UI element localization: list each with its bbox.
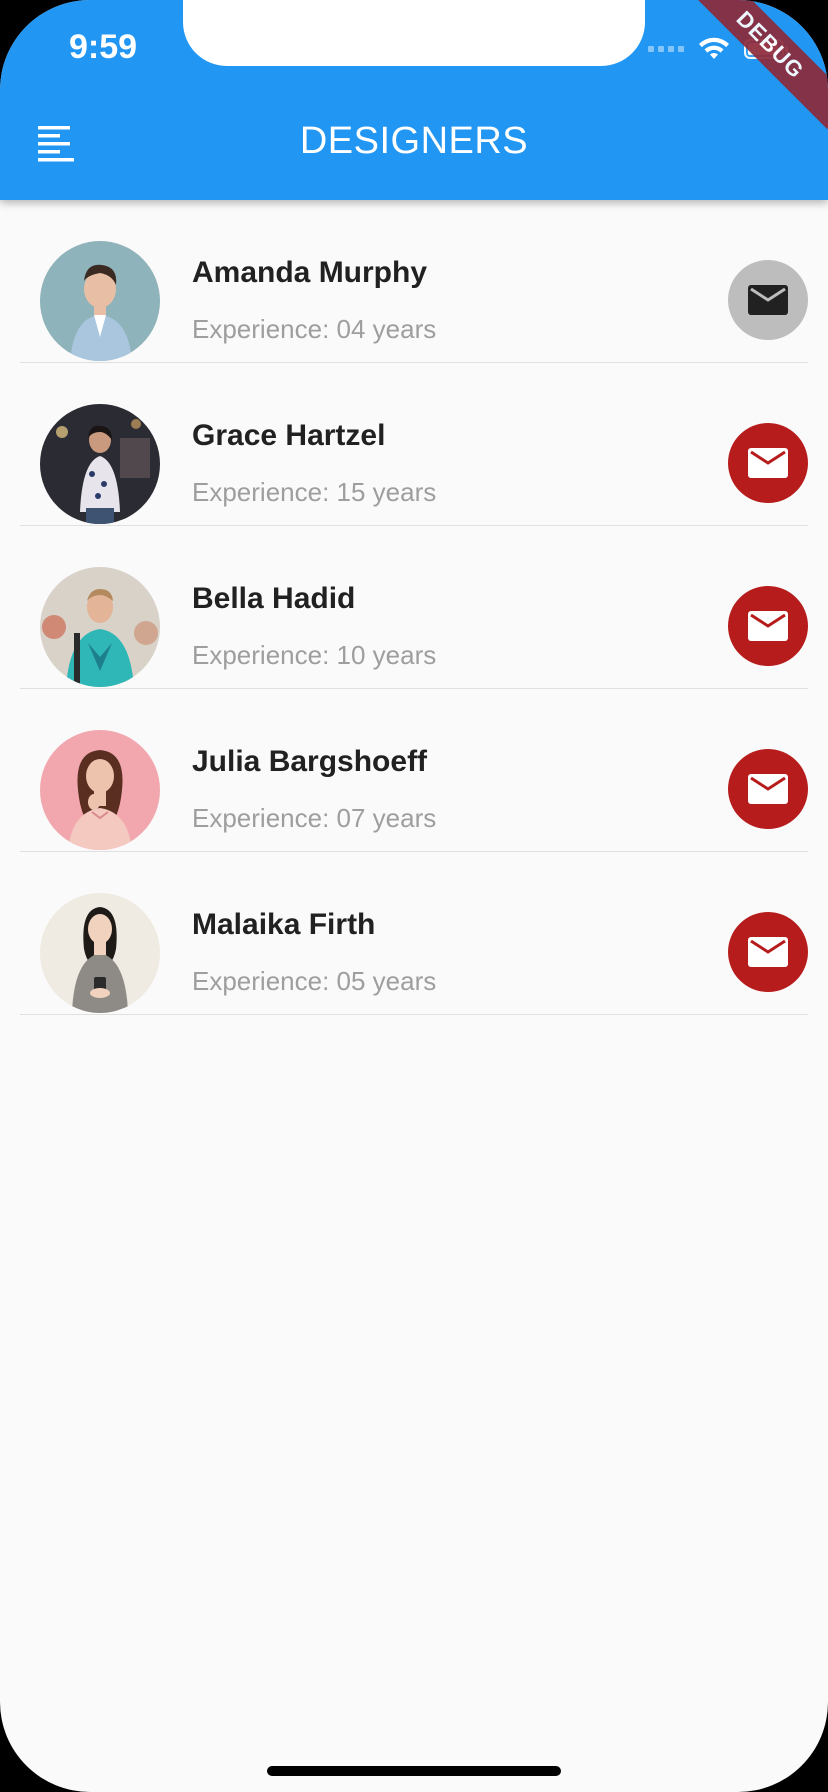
envelope-icon <box>748 448 788 478</box>
list-item[interactable]: Grace Hartzel Experience: 15 years <box>20 363 808 526</box>
email-button[interactable] <box>728 423 808 503</box>
page-title: DESIGNERS <box>299 120 529 162</box>
envelope-icon <box>748 285 788 315</box>
envelope-icon <box>748 774 788 804</box>
designer-name: Julia Bargshoeff <box>192 745 428 778</box>
designer-experience: Experience: 07 years <box>192 803 437 833</box>
avatar <box>40 730 160 850</box>
status-time: 9:59 <box>68 28 138 66</box>
avatar <box>40 567 160 687</box>
home-indicator[interactable] <box>267 1766 561 1776</box>
envelope-icon <box>748 937 788 967</box>
envelope-icon <box>748 611 788 641</box>
list-item[interactable]: Bella Hadid Experience: 10 years <box>20 526 808 689</box>
email-button[interactable] <box>728 749 808 829</box>
designer-experience: Experience: 04 years <box>192 314 437 344</box>
designer-list: Amanda Murphy Experience: 04 years Grace… <box>0 200 828 1015</box>
email-button[interactable] <box>728 260 808 340</box>
avatar <box>40 241 160 361</box>
cellular-signal-icon <box>648 46 684 52</box>
email-button[interactable] <box>728 586 808 666</box>
designer-name: Malaika Firth <box>192 908 376 941</box>
designer-name: Grace Hartzel <box>192 419 386 452</box>
list-item[interactable]: Amanda Murphy Experience: 04 years <box>20 200 808 363</box>
app-screen: 9:59 DESIGNERS DEBUG Amanda Murphy Exper… <box>0 0 828 1792</box>
app-bar: 9:59 DESIGNERS DEBUG <box>0 0 828 200</box>
wifi-icon <box>699 37 729 59</box>
designer-experience: Experience: 15 years <box>192 477 437 507</box>
avatar <box>40 404 160 524</box>
designer-experience: Experience: 10 years <box>192 640 437 670</box>
email-button[interactable] <box>728 912 808 992</box>
avatar <box>40 893 160 1013</box>
designer-name: Amanda Murphy <box>192 256 428 289</box>
list-item[interactable]: Julia Bargshoeff Experience: 07 years <box>20 689 808 852</box>
debug-banner: DEBUG <box>685 0 828 130</box>
designer-name: Bella Hadid <box>192 582 356 615</box>
designer-experience: Experience: 05 years <box>192 966 437 996</box>
device-notch <box>183 0 645 66</box>
list-item[interactable]: Malaika Firth Experience: 05 years <box>20 852 808 1015</box>
